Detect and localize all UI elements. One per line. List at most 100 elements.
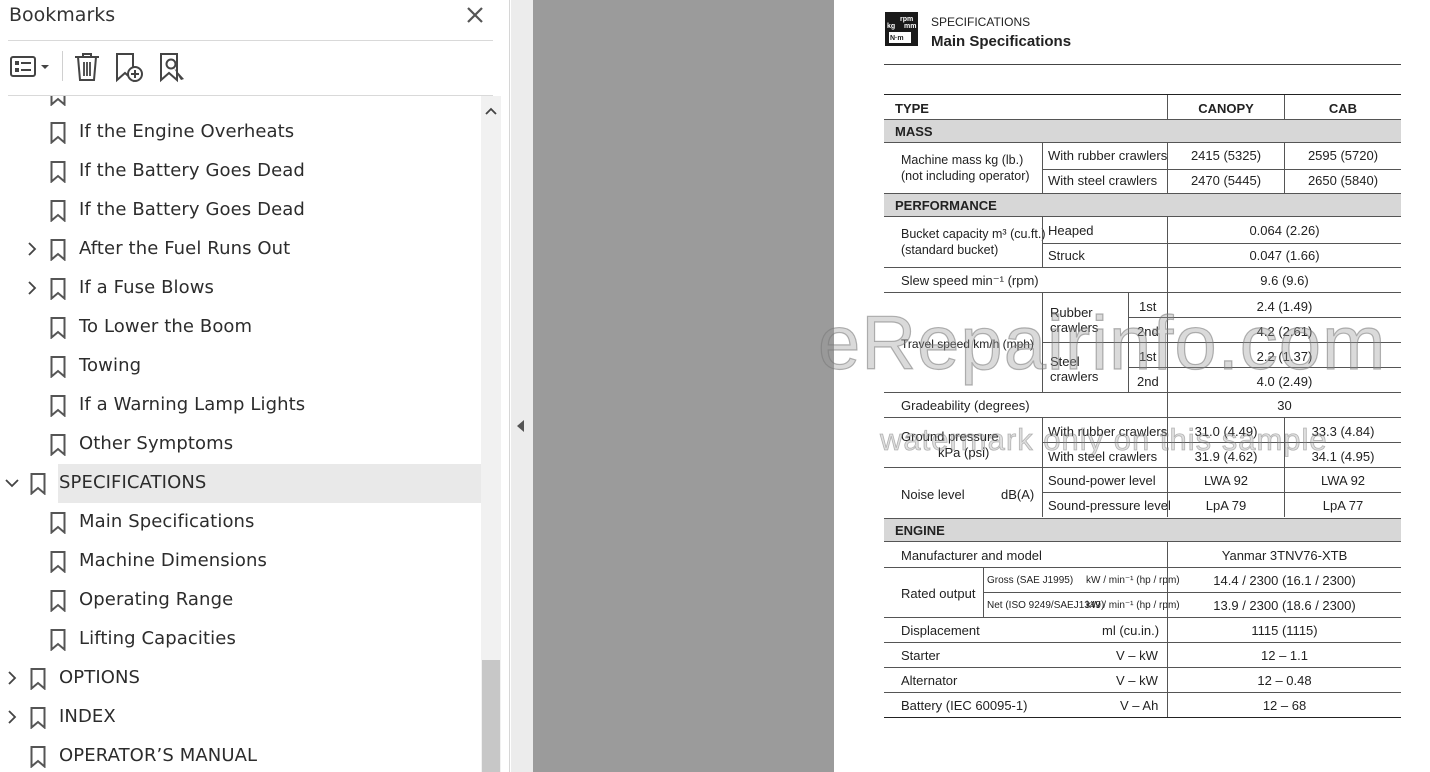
bookmark-row[interactable]: If the Battery Goes Dead [0,191,481,230]
gear-1st: 1st [1139,299,1157,314]
value-cell: 31.9 (4.62) [1194,449,1258,464]
noise-unit: dB(A) [1001,487,1035,502]
value-cell: 9.6 (9.6) [1260,273,1309,288]
machine-mass-label: Machine mass kg (lb.) [901,153,1024,167]
bookmark-row[interactable]: If the Engine Overheats [0,113,481,152]
chevron-right-icon[interactable] [24,241,40,257]
value-cell: 12 – 1.1 [1261,648,1308,663]
bookmark-label: To Lower the Boom [79,316,253,337]
bookmark-row[interactable]: Operating Range [0,581,481,620]
bookmarks-panel: Bookmarks If the Engine Overheats If the… [0,0,510,772]
panel-splitter[interactable] [511,0,533,772]
chevron-right-icon[interactable] [24,280,40,296]
slew-speed-label: Slew speed min⁻¹ (rpm) [901,273,1039,288]
bookmark-row[interactable]: SPECIFICATIONS [5,464,481,503]
bookmark-label: Lifting Capacities [79,628,236,649]
header-type: TYPE [895,101,929,116]
close-panel-button[interactable] [462,2,488,28]
scrollbar-thumb[interactable] [482,660,500,772]
bucket-capacity-label: Bucket capacity m³ (cu.ft.) [901,227,1046,241]
value-cell: 14.4 / 2300 (16.1 / 2300) [1213,573,1356,588]
bookmark-row[interactable]: Other Symptoms [0,425,481,464]
steel-crawlers-label: With steel crawlers [1048,449,1158,464]
value-cell: 2.4 (1.49) [1256,299,1313,314]
specifications-table: TYPE CANOPY CAB MASS Machine mass kg (lb… [884,94,1401,718]
bookmark-icon [50,278,66,301]
new-bookmark-button[interactable] [113,51,145,83]
trash-icon [75,53,99,81]
bookmark-row[interactable]: If a Fuse Blows [0,269,481,308]
bookmark-label: If a Fuse Blows [79,277,215,298]
bookmark-icon [50,395,66,418]
value-cell: 13.9 / 2300 (18.6 / 2300) [1213,598,1356,613]
rated-unit: kW / min⁻¹ (hp / rpm) [1086,575,1180,586]
options-menu-button[interactable] [9,51,53,83]
svg-text:mm: mm [904,23,916,30]
bookmark-label: If a Warning Lamp Lights [79,394,306,415]
gear-2nd: 2nd [1137,374,1159,389]
battery-label: Battery (IEC 60095-1) [901,698,1028,713]
value-cell: 2470 (5445) [1190,173,1262,188]
bookmark-icon [50,161,66,184]
bookmark-row[interactable]: If a Warning Lamp Lights [0,386,481,425]
close-icon [467,7,483,23]
value-cell: 33.3 (4.84) [1311,424,1375,439]
chevron-right-icon[interactable] [4,709,20,725]
value-cell: 0.064 (2.26) [1249,223,1320,238]
bookmark-icon [30,746,46,769]
value-cell: 30 [1277,398,1292,413]
bookmark-find-icon [160,53,184,83]
crawlers-label: crawlers [1050,320,1099,335]
svg-text:kg: kg [887,23,895,30]
bookmark-row[interactable]: OPERATOR’S MANUAL [0,737,481,772]
value-cell: 4.0 (2.49) [1256,374,1313,389]
crawlers-label: crawlers [1050,369,1099,384]
bookmark-icon [50,590,66,613]
starter-label: Starter [901,648,941,663]
bookmark-label: OPERATOR’S MANUAL [59,745,258,766]
bookmark-icon [50,96,66,107]
bookmark-row[interactable]: Towing [0,347,481,386]
bookmark-row[interactable]: INDEX [0,698,481,737]
heaped-label: Heaped [1048,223,1094,238]
bookmark-row[interactable]: Main Specifications [0,503,481,542]
bookmark-row[interactable]: OPTIONS [0,659,481,698]
rubber-crawlers-label: With rubber crawlers [1048,148,1168,163]
bookmark-row[interactable]: If the Battery Goes Dead [0,152,481,191]
doc-heading: Main Specifications [931,33,1072,50]
bookmark-row[interactable]: After the Fuel Runs Out [0,230,481,269]
collapse-panel-button[interactable] [513,416,529,436]
bookmark-icon [50,512,66,535]
delete-bookmark-button[interactable] [73,51,101,83]
value-cell: 2650 (5840) [1307,173,1379,188]
value-cell: 12 – 68 [1262,698,1307,713]
bookmark-label: If the Battery Goes Dead [79,199,305,220]
ground-pressure-label: Ground pressure [901,429,999,444]
steel-crawlers-label: With steel crawlers [1048,173,1158,188]
bookmark-row[interactable]: To Lower the Boom [0,308,481,347]
chevron-right-icon[interactable] [4,670,20,686]
noise-level-label: Noise level [901,487,965,502]
section-engine: ENGINE [884,518,1401,542]
chevron-down-icon[interactable] [4,475,20,491]
struck-label: Struck [1048,248,1085,263]
bookmark-label: If the Engine Overheats [79,121,295,142]
bookmark-label: After the Fuel Runs Out [79,238,291,259]
bookmark-label: INDEX [59,706,116,727]
gradeability-label: Gradeability (degrees) [901,398,1030,413]
bookmark-row[interactable]: Machine Dimensions [0,542,481,581]
scroll-up-button[interactable] [481,101,501,121]
battery-unit: V – Ah [1120,698,1159,713]
bookmark-icon [30,707,46,730]
rated-unit: kW / min⁻¹ (hp / rpm) [1086,600,1180,611]
value-cell: LWA 92 [1320,473,1366,488]
bookmark-label: Towing [79,355,142,376]
bookmark-row[interactable]: Lifting Capacities [0,620,481,659]
displacement-label: Displacement [901,623,980,638]
value-cell: 31.0 (4.49) [1194,424,1258,439]
find-bookmark-button[interactable] [157,51,189,83]
bookmark-label: SPECIFICATIONS [59,472,207,493]
steel-label: Steel [1050,354,1080,369]
alternator-unit: V – kW [1116,673,1158,688]
chevron-up-icon [485,107,497,115]
